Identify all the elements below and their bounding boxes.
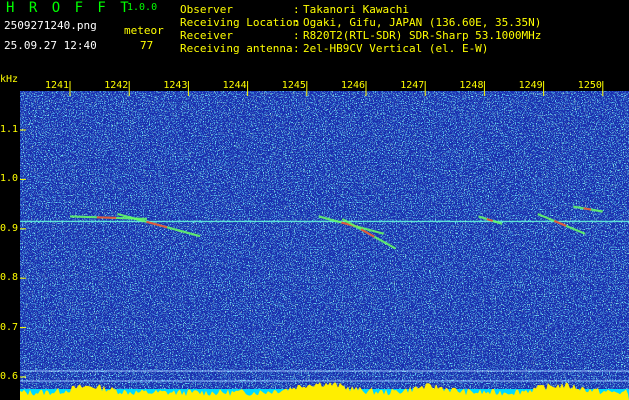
x-tick-label: 1241 — [45, 80, 70, 91]
x-tick-label: 1246 — [341, 80, 366, 91]
x-tick-label: 1250 — [577, 80, 602, 91]
y-tick-label: 0.9 — [0, 222, 19, 234]
y-tick-label: 0.7 — [0, 321, 19, 333]
y-tick-label: 0.6 — [0, 371, 19, 382]
x-tick-label: 1247 — [400, 80, 425, 91]
x-tick-label: 1243 — [163, 80, 188, 91]
x-tick-label: 1242 — [104, 80, 129, 91]
x-tick-label: 1248 — [459, 80, 484, 91]
noise-speckle-green — [20, 91, 629, 400]
x-tick-label: 1245 — [281, 80, 306, 91]
y-tick-label: 1.0 — [0, 173, 19, 185]
y-tick-label: 0.8 — [0, 272, 19, 284]
meteor-trace-peak — [583, 207, 592, 211]
x-tick-label: 1249 — [518, 80, 543, 91]
spectrogram-plot — [20, 81, 629, 400]
y-tick-label: 1.1 — [0, 124, 19, 135]
y-axis-unit: kHz — [0, 74, 19, 85]
x-tick-label: 1244 — [222, 80, 247, 91]
meteor-trace-peak — [96, 216, 117, 219]
